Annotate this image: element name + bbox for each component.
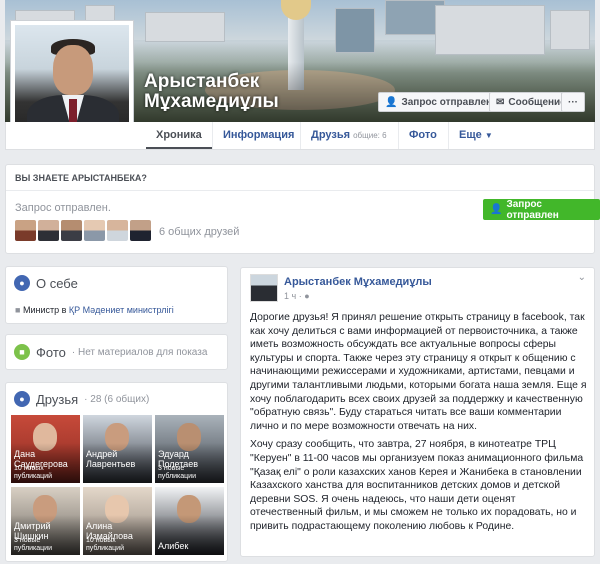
post-time: 1 ч · xyxy=(284,291,305,301)
about-title: О себе xyxy=(36,275,78,291)
avatar[interactable] xyxy=(250,274,278,302)
tab-timeline[interactable]: Хроника xyxy=(146,122,212,149)
tab-info[interactable]: Информация xyxy=(212,122,304,149)
photos-empty: · Нет материалов для показа xyxy=(71,346,208,358)
post-timestamp[interactable]: 1 ч · ● xyxy=(284,291,310,301)
tab-friends[interactable]: Друзья общие: 6 xyxy=(300,122,397,149)
about-job-link[interactable]: ҚР Мәдениет министрлігі xyxy=(69,305,174,315)
add-friend-icon: 👤 xyxy=(385,96,398,108)
photos-title[interactable]: Фото xyxy=(36,345,66,360)
friends-card: ● Друзья · 28 (6 общих) Дана Саудегерова … xyxy=(5,382,228,562)
request-sent-green-label: Запрос отправлен xyxy=(506,198,559,221)
friend-posts: 10 новых xyxy=(14,465,44,472)
friend-posts: публикации xyxy=(158,473,196,480)
mutual-friends-count[interactable]: 6 общих друзей xyxy=(159,226,239,238)
post-text: Дорогие друзья! Я принял решение открыть… xyxy=(250,311,588,539)
more-options-button[interactable]: ··· xyxy=(561,92,585,112)
post-paragraph: Хочу сразу сообщить, что завтра, 27 нояб… xyxy=(250,439,584,532)
tab-friends-common: общие: 6 xyxy=(353,131,387,140)
mutual-friends-thumbs xyxy=(15,220,151,241)
globe-icon: ● xyxy=(14,275,30,291)
friend-tile[interactable]: Эдуард Полетаев 3 новые публикации xyxy=(155,415,224,483)
friend-name: Эдуард xyxy=(158,449,189,459)
do-you-know-title: ВЫ ЗНАЕТЕ АРЫСТАНБЕКА? xyxy=(15,173,147,183)
post-author[interactable]: Арыстанбек Мұхамедиұлы xyxy=(284,276,432,288)
avatar[interactable] xyxy=(107,220,128,241)
avatar[interactable] xyxy=(130,220,151,241)
tab-friends-label: Друзья xyxy=(311,129,351,141)
request-status: Запрос отправлен. xyxy=(15,202,111,214)
photo-icon: ■ xyxy=(14,344,30,360)
add-friend-icon: 👤 xyxy=(490,204,503,215)
chevron-down-icon: ▼ xyxy=(484,131,493,140)
friend-name: Алибек xyxy=(158,541,189,551)
globe-icon: ● xyxy=(304,291,310,301)
briefcase-icon: ■ xyxy=(15,305,21,315)
friend-posts: публикаций xyxy=(14,473,52,480)
friend-tile[interactable]: Дмитрий Шишкин 3 новые публикации xyxy=(11,487,80,555)
friend-posts: 3 новые xyxy=(14,537,41,544)
chevron-down-icon[interactable]: ⌄ xyxy=(578,272,586,283)
profile-nav: Хроника Информация Друзья общие: 6 Фото … xyxy=(5,122,595,150)
tab-more[interactable]: Еще ▼ xyxy=(448,122,503,149)
profile-name-line1: Арыстанбек xyxy=(144,71,260,92)
request-sent-label: Запрос отправлен xyxy=(401,96,493,108)
profile-name-line2: Мұхамедиұлы xyxy=(144,91,279,112)
more-options-label: ··· xyxy=(568,96,578,108)
tab-more-label: Еще xyxy=(459,129,482,141)
photos-card: ■ Фото · Нет материалов для показа xyxy=(5,334,228,370)
friend-tile[interactable]: Алибек xyxy=(155,487,224,555)
request-sent-green-button[interactable]: 👤 Запрос отправлен xyxy=(483,198,600,221)
request-sent-button[interactable]: 👤 Запрос отправлен xyxy=(378,92,500,112)
avatar[interactable] xyxy=(61,220,82,241)
friend-name: Алина xyxy=(86,521,113,531)
tab-photos[interactable]: Фото xyxy=(398,122,447,149)
avatar[interactable] xyxy=(84,220,105,241)
friend-tile[interactable]: Дана Саудегерова 10 новых публикаций xyxy=(11,415,80,483)
friend-posts: 3 новые xyxy=(158,465,185,472)
friends-title[interactable]: Друзья xyxy=(36,392,78,407)
timeline-post: Арыстанбек Мұхамедиұлы 1 ч · ● ⌄ Дорогие… xyxy=(240,267,595,557)
friend-tile[interactable]: Андрей Лаврентьев xyxy=(83,415,152,483)
friend-posts: публикаций xyxy=(86,545,124,552)
avatar[interactable] xyxy=(38,220,59,241)
about-job-prefix: Министр в xyxy=(22,305,69,315)
friend-posts: публикации xyxy=(14,545,52,552)
friends-icon: ● xyxy=(14,391,30,407)
message-icon: ✉ xyxy=(496,96,505,108)
avatar[interactable] xyxy=(15,220,36,241)
message-label: Сообщение xyxy=(508,96,566,108)
friend-name: Дана xyxy=(14,449,36,459)
friend-name: Лаврентьев xyxy=(86,459,136,469)
friend-name: Дмитрий xyxy=(14,521,51,531)
post-paragraph: Дорогие друзья! Я принял решение открыть… xyxy=(250,312,587,432)
friend-posts: 10 новых xyxy=(86,537,116,544)
friend-tile[interactable]: Алина Измайлова 10 новых публикаций xyxy=(83,487,152,555)
about-card: ● О себе ■ Министр в ҚР Мәдениет министр… xyxy=(5,266,228,324)
profile-name: Арыстанбек Мұхамедиұлы xyxy=(144,72,279,112)
friend-name: Андрей xyxy=(86,449,118,459)
friends-count: · 28 (6 общих) xyxy=(84,393,150,405)
about-job: ■ Министр в ҚР Мәдениет министрлігі xyxy=(15,305,174,315)
